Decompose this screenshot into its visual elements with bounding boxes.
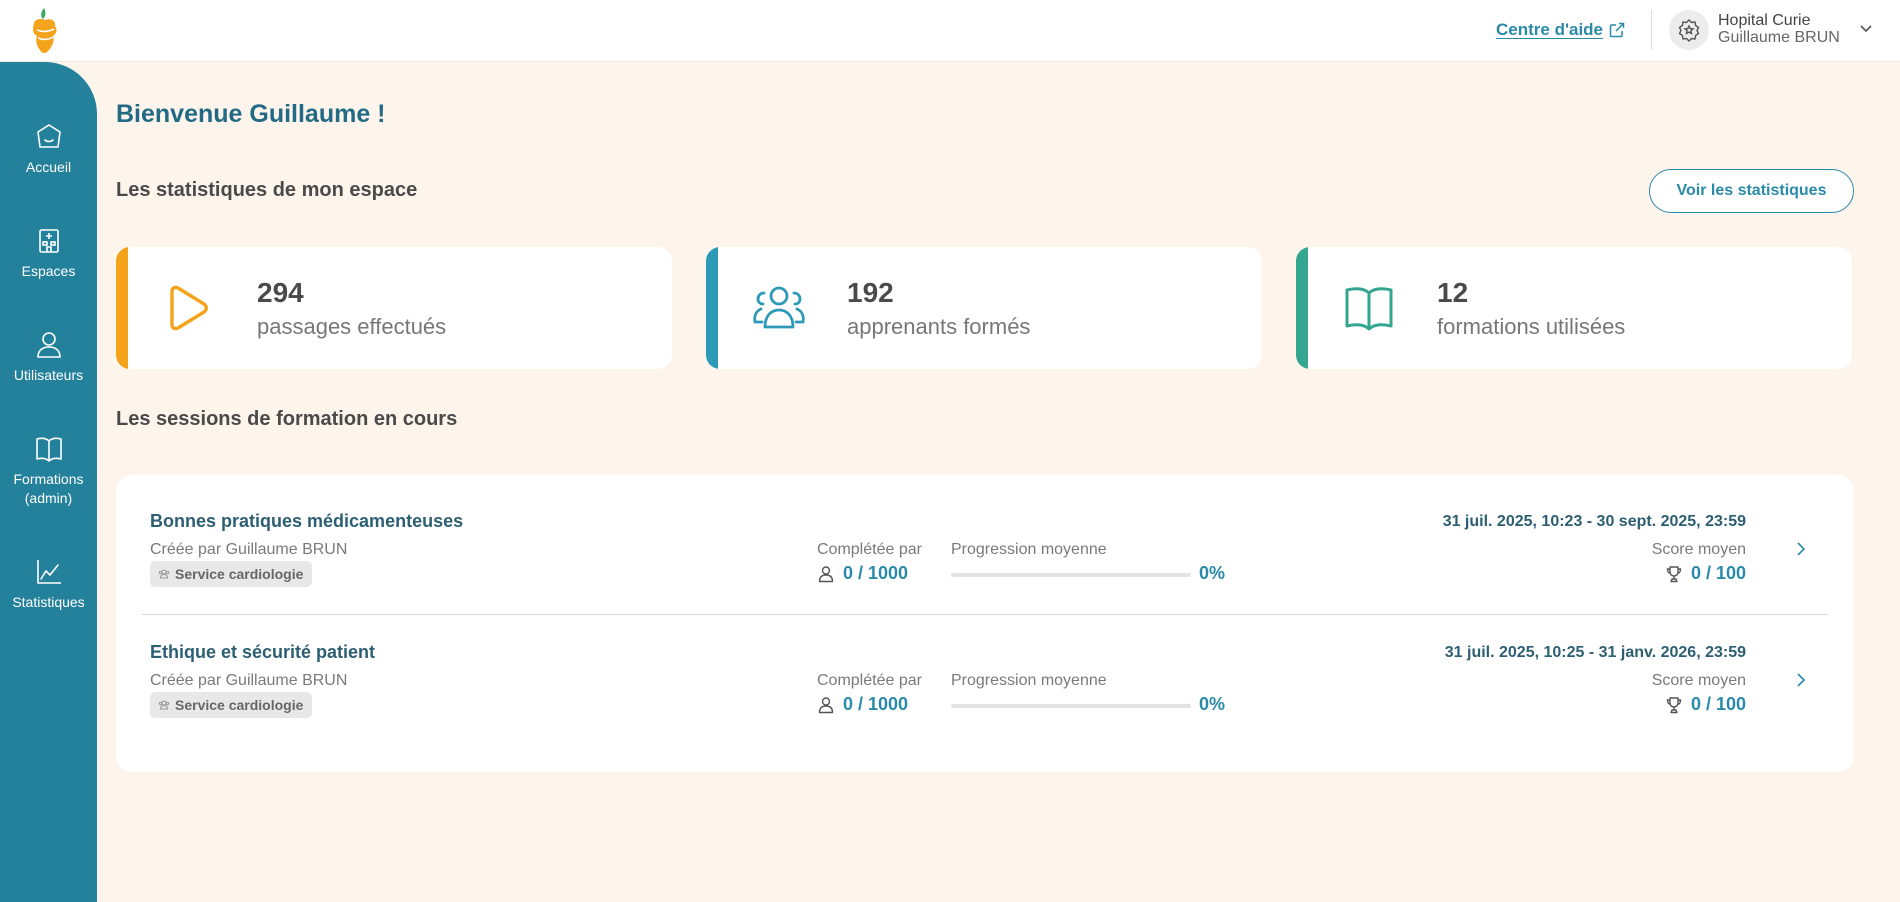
score-label: Score moyen: [1651, 541, 1746, 558]
book-icon: [35, 437, 62, 462]
session-row[interactable]: Ethique et sécurité patient Créée par Gu…: [116, 606, 1854, 737]
chevron-right-icon[interactable]: [1794, 539, 1808, 559]
app-logo[interactable]: [28, 6, 62, 56]
session-dates: 31 juil. 2025, 10:25 - 31 janv. 2026, 23…: [1444, 644, 1746, 661]
sidebar-item-formations-admin[interactable]: Formations (admin): [0, 434, 97, 508]
session-tag-label: Service cardiologie: [175, 566, 304, 582]
score-value: 0 / 100: [1690, 694, 1746, 714]
session-dates: 31 juil. 2025, 10:23 - 30 sept. 2025, 23…: [1442, 513, 1746, 530]
badge-star-icon: [1678, 19, 1700, 42]
session-tag-label: Service cardiologie: [175, 697, 304, 713]
card-accent: [1296, 247, 1308, 369]
sidebar-item-label: Formations (admin): [13, 471, 84, 506]
trophy-icon: [1666, 696, 1682, 713]
completed-count: 0 / 1000: [817, 563, 908, 584]
sidebar-item-label: Accueil: [25, 159, 72, 175]
sidebar-item-label: Espaces: [21, 263, 76, 279]
trophy-icon: [1666, 565, 1682, 582]
progress-label: Progression moyenne: [951, 541, 1107, 558]
chevron-down-icon[interactable]: [1858, 20, 1874, 36]
play-icon: [170, 285, 208, 331]
user-icon: [36, 332, 61, 358]
organization-name[interactable]: Hopital Curie: [1718, 12, 1810, 30]
home-icon: [36, 124, 61, 148]
card-accent: [116, 247, 128, 369]
group-icon: [158, 569, 170, 579]
stat-value: 294: [257, 277, 304, 308]
stat-card-learners: 192 apprenants formés: [706, 247, 1262, 369]
score-label: Score moyen: [1651, 672, 1746, 689]
sidebar-item-label: Statistiques: [12, 594, 85, 610]
progress-bar: [951, 573, 1191, 577]
sidebar-item-espaces[interactable]: Espaces: [0, 226, 97, 281]
stat-label: apprenants formés: [847, 314, 1031, 339]
help-center-link[interactable]: Centre d'aide: [1496, 20, 1625, 40]
sidebar-item-utilisateurs[interactable]: Utilisateurs: [0, 330, 97, 385]
top-bar: Centre d'aide Hopital Curie Guillaume BR…: [0, 0, 1900, 62]
progress-percent: 0%: [1199, 563, 1226, 583]
average-score: 0 / 100: [1665, 694, 1746, 715]
session-title: Ethique et sécurité patient: [150, 642, 376, 662]
sidebar-item-label: Utilisateurs: [13, 367, 84, 383]
completed-count: 0 / 1000: [817, 694, 908, 715]
score-value: 0 / 100: [1690, 563, 1746, 583]
progress-label: Progression moyenne: [951, 672, 1107, 689]
external-link-icon: [1609, 22, 1625, 38]
sidebar-item-accueil[interactable]: Accueil: [0, 122, 97, 177]
chart-icon: [36, 560, 61, 584]
completed-value: 0 / 1000: [843, 563, 909, 583]
stat-value: 12: [1437, 277, 1469, 308]
view-statistics-button[interactable]: Voir les statistiques: [1649, 169, 1854, 213]
stats-section-title: Les statistiques de mon espace: [116, 179, 418, 201]
welcome-title: Bienvenue Guillaume !: [116, 100, 386, 128]
session-title: Bonnes pratiques médicamenteuses: [150, 511, 464, 531]
stat-value: 192: [847, 277, 894, 308]
stat-label: formations utilisées: [1437, 314, 1626, 339]
organization-avatar[interactable]: [1669, 10, 1709, 50]
stat-card-passages: 294 passages effectués: [116, 247, 672, 369]
user-icon: [818, 565, 834, 582]
session-tag: Service cardiologie: [150, 561, 313, 587]
session-creator: Créée par Guillaume BRUN: [150, 541, 348, 558]
sessions-list: Bonnes pratiques médicamenteuses Créée p…: [116, 475, 1854, 772]
session-tag: Service cardiologie: [150, 692, 313, 718]
stat-label: passages effectués: [257, 314, 447, 339]
user-name[interactable]: Guillaume BRUN: [1718, 29, 1840, 47]
group-icon: [158, 700, 170, 710]
completed-label: Complétée par: [817, 672, 922, 689]
help-center-label[interactable]: Centre d'aide: [1496, 20, 1603, 40]
header-divider: [1651, 10, 1652, 50]
hospital-icon: [38, 229, 59, 253]
user-icon: [818, 696, 834, 713]
progress-bar: [951, 704, 1191, 708]
progress-percent: 0%: [1199, 694, 1226, 714]
sidebar: Accueil Espaces Utilisateurs Formations …: [0, 62, 97, 902]
stat-card-formations: 12 formations utilisées: [1296, 247, 1852, 369]
card-accent: [706, 247, 718, 369]
completed-value: 0 / 1000: [843, 694, 909, 714]
session-creator: Créée par Guillaume BRUN: [150, 672, 348, 689]
sidebar-item-statistiques[interactable]: Statistiques: [0, 557, 97, 612]
book-icon: [1345, 287, 1393, 331]
completed-label: Complétée par: [817, 541, 922, 558]
group-icon: [753, 286, 805, 329]
chevron-right-icon[interactable]: [1794, 670, 1808, 690]
session-row[interactable]: Bonnes pratiques médicamenteuses Créée p…: [116, 475, 1854, 606]
average-score: 0 / 100: [1665, 563, 1746, 584]
sessions-section-title: Les sessions de formation en cours: [116, 408, 458, 430]
